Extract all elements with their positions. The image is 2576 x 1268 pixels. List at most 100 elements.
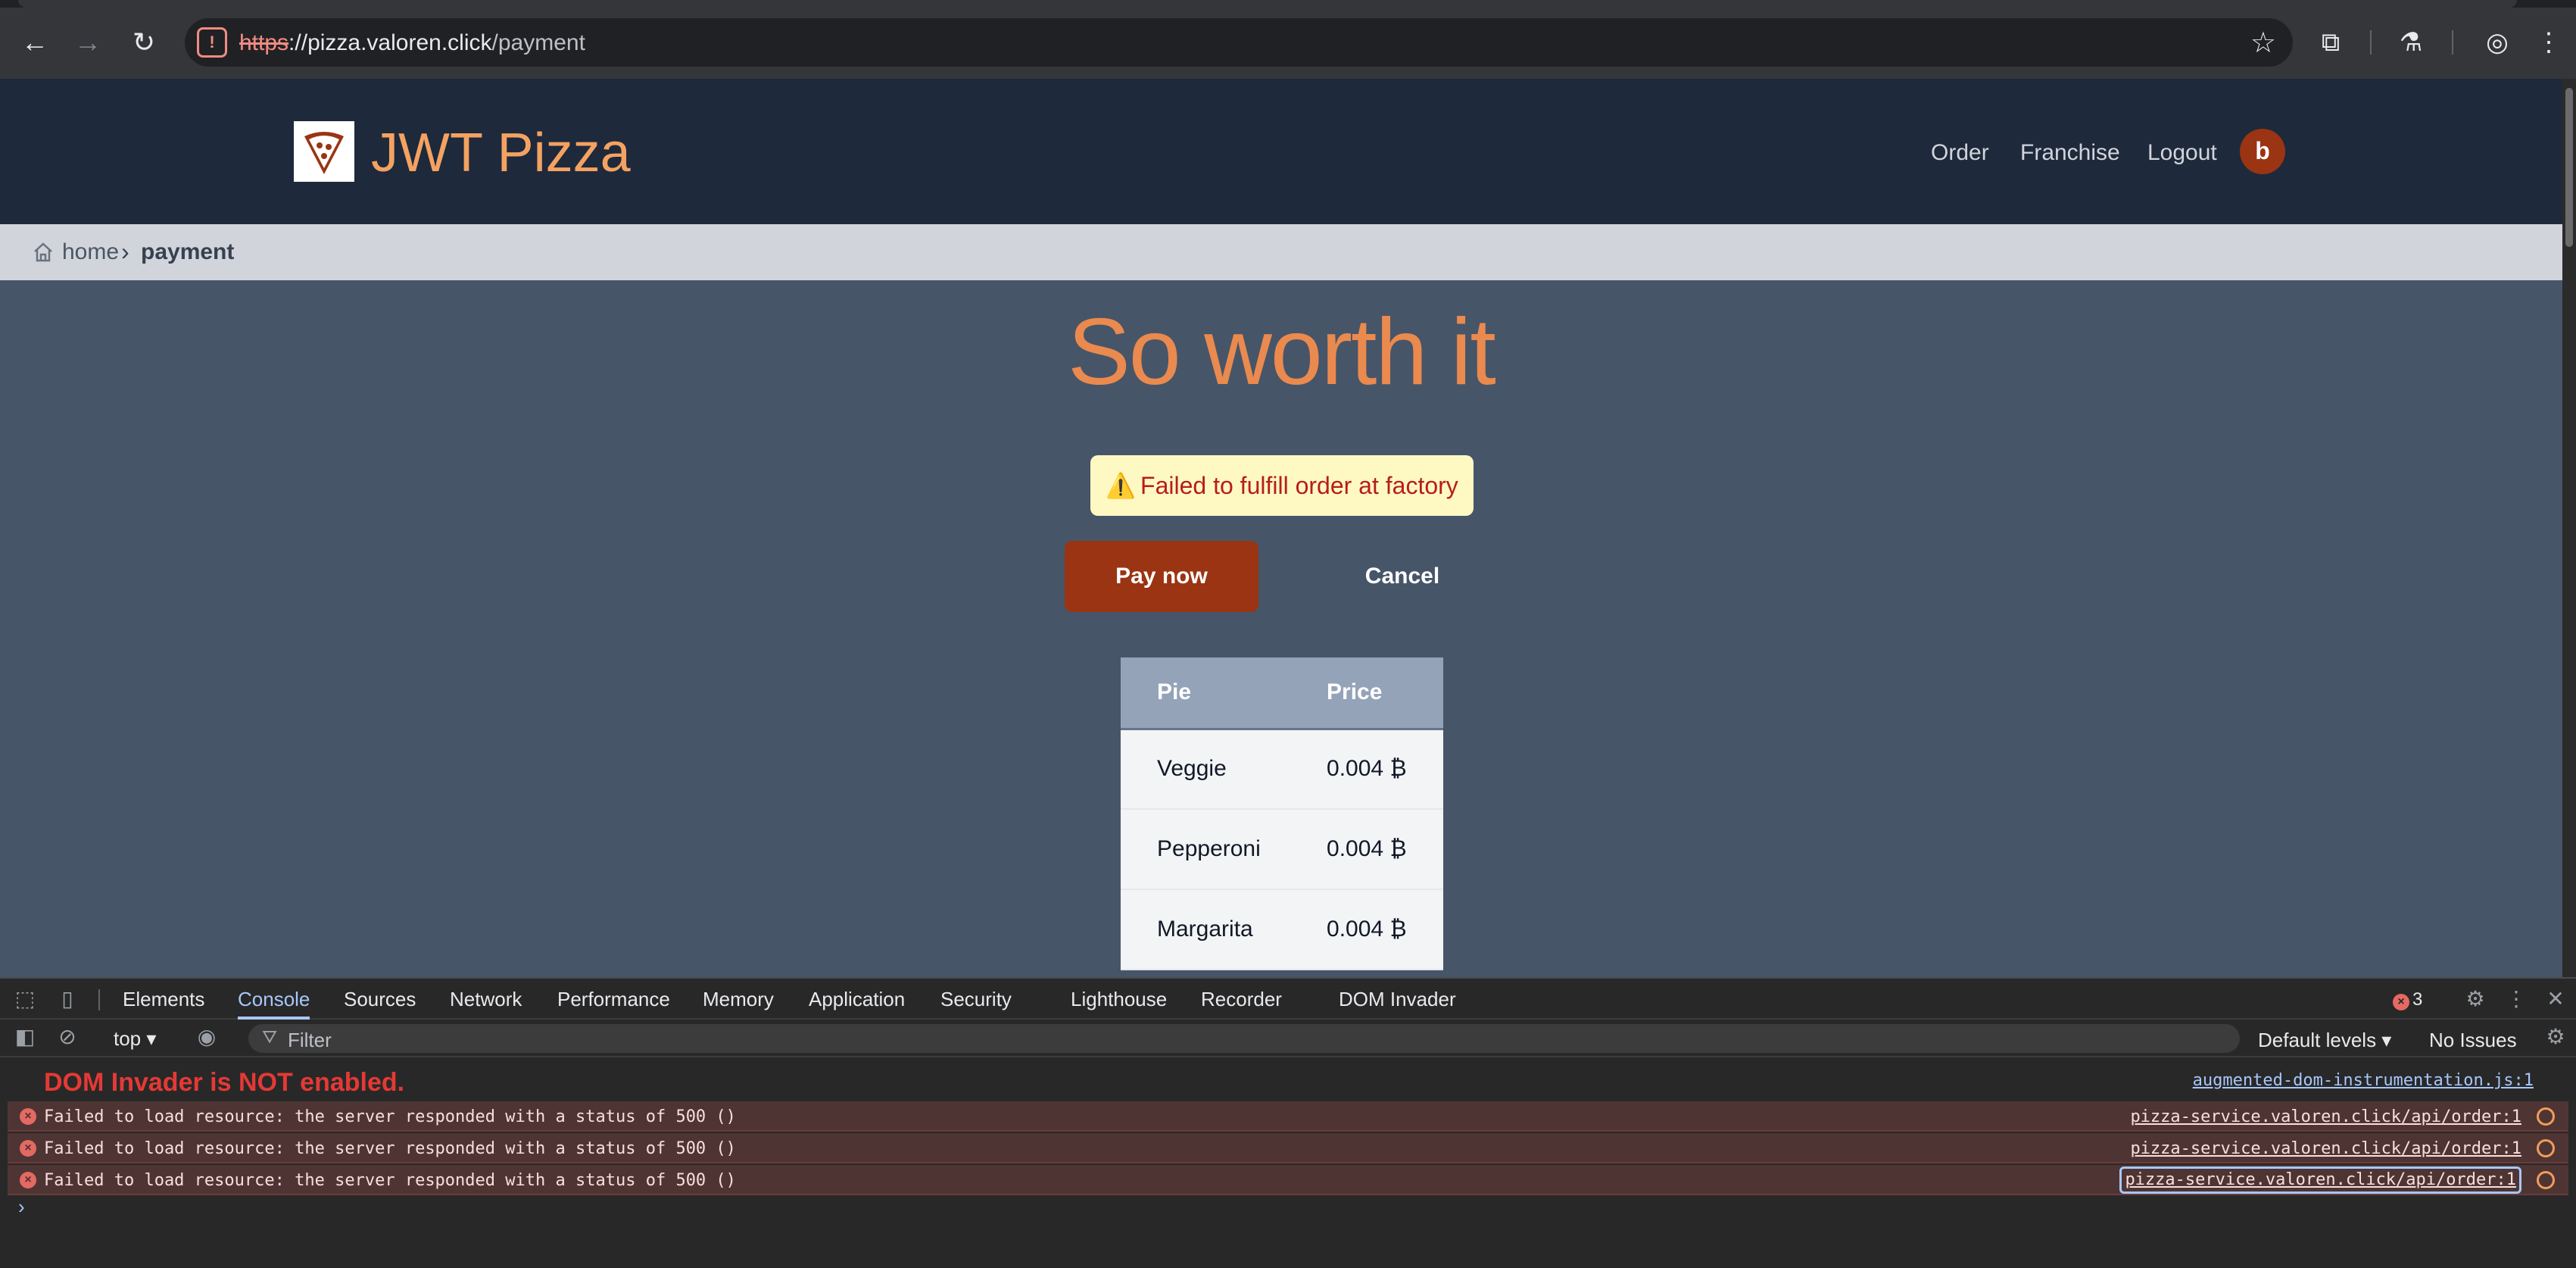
labs-icon[interactable]: ⚗ bbox=[2391, 23, 2431, 62]
filter-icon: ⛛ bbox=[262, 1027, 278, 1048]
console-error-row: × Failed to load resource: the server re… bbox=[8, 1165, 2568, 1195]
error-count-badge[interactable]: × 3 bbox=[2393, 989, 2422, 1010]
column-header-price: Price bbox=[1319, 657, 1443, 730]
page-viewport: JWT Pizza Order Franchise Logout b home … bbox=[0, 79, 2562, 977]
site-header: JWT Pizza Order Franchise Logout b bbox=[0, 79, 2562, 224]
devtools-tabbar: ⬚ ▯ Elements Console Sources Network Per… bbox=[0, 979, 2576, 1020]
pie-name: Veggie bbox=[1121, 729, 1320, 810]
cancel-button[interactable]: Cancel bbox=[1319, 541, 1486, 612]
settings-gear-icon[interactable]: ⚙ bbox=[2462, 986, 2488, 1012]
tab-console[interactable]: Console bbox=[238, 979, 310, 1020]
devtools-panel: ⬚ ▯ Elements Console Sources Network Per… bbox=[0, 977, 2576, 1268]
issues-indicator[interactable]: No Issues bbox=[2429, 1029, 2517, 1052]
error-source-link[interactable]: pizza-service.valoren.click/api/order:1 bbox=[2130, 1107, 2521, 1126]
dom-invader-warning: DOM Invader is NOT enabled. bbox=[44, 1068, 405, 1097]
pie-name: Pepperoni bbox=[1121, 809, 1320, 890]
toolbar-divider bbox=[98, 989, 100, 1010]
devtools-menu-icon[interactable]: ⋮ bbox=[2503, 986, 2529, 1012]
sidebar-toggle-icon[interactable]: ◧ bbox=[12, 1024, 38, 1050]
order-table: Pie Price Veggie 0.004 ₿ Pepperoni 0.004… bbox=[1121, 657, 1443, 970]
toolbar-divider bbox=[2370, 30, 2372, 55]
error-alert: ⚠️ Failed to fulfill order at factory bbox=[1090, 455, 1474, 516]
url-text[interactable]: https://pizza.valoren.click/payment bbox=[239, 30, 585, 56]
inspect-element-icon[interactable]: ⬚ bbox=[12, 986, 38, 1012]
error-icon: × bbox=[20, 1140, 36, 1157]
forward-icon[interactable]: → bbox=[68, 23, 108, 62]
warning-icon: ⚠️ bbox=[1106, 472, 1137, 499]
filter-input[interactable]: ⛛ Filter bbox=[248, 1024, 2240, 1053]
error-message: Failed to load resource: the server resp… bbox=[44, 1107, 736, 1126]
url-host: pizza.valoren.click bbox=[307, 30, 492, 55]
clear-console-icon[interactable]: ⊘ bbox=[55, 1024, 80, 1050]
error-message: Failed to load resource: the server resp… bbox=[44, 1139, 736, 1158]
tab-memory[interactable]: Memory bbox=[703, 979, 774, 1020]
url-path: /payment bbox=[491, 30, 585, 55]
tab-lighthouse[interactable]: Lighthouse bbox=[1071, 979, 1167, 1020]
table-row: Veggie 0.004 ₿ bbox=[1121, 729, 1443, 810]
tab-performance[interactable]: Performance bbox=[557, 979, 670, 1020]
network-request-icon[interactable] bbox=[2537, 1107, 2555, 1126]
network-request-icon[interactable] bbox=[2537, 1139, 2555, 1157]
active-tab[interactable] bbox=[18, 0, 2517, 8]
bookmark-star-icon[interactable]: ☆ bbox=[2250, 26, 2276, 60]
tab-application[interactable]: Application bbox=[809, 979, 905, 1020]
nav-franchise[interactable]: Franchise bbox=[2020, 139, 2120, 167]
breadcrumb-separator: › bbox=[121, 238, 129, 265]
breadcrumb-home[interactable]: home bbox=[62, 239, 119, 265]
tab-dom-invader[interactable]: DOM Invader bbox=[1339, 979, 1456, 1020]
device-toolbar-icon[interactable]: ▯ bbox=[55, 986, 80, 1012]
toolbar-divider bbox=[2452, 30, 2453, 55]
column-header-pie: Pie bbox=[1121, 657, 1320, 730]
log-levels-dropdown[interactable]: Default levels ▾ bbox=[2258, 1029, 2391, 1052]
browser-toolbar: ← → ↻ ! https://pizza.valoren.click/paym… bbox=[0, 0, 2576, 79]
console-settings-icon[interactable]: ⚙ bbox=[2543, 1024, 2568, 1050]
profile-icon[interactable]: ◎ bbox=[2478, 23, 2517, 62]
home-icon[interactable] bbox=[32, 241, 55, 264]
pie-price: 0.004 ₿ bbox=[1319, 809, 1443, 890]
context-selector[interactable]: top ▾ bbox=[114, 1027, 156, 1051]
table-row: Pepperoni 0.004 ₿ bbox=[1121, 809, 1443, 890]
dom-invader-source-link[interactable]: augmented-dom-instrumentation.js:1 bbox=[2193, 1071, 2534, 1090]
table-row: Margarita 0.004 ₿ bbox=[1121, 889, 1443, 970]
error-count: 3 bbox=[2412, 989, 2423, 1010]
site-info-icon[interactable]: ! bbox=[197, 27, 227, 58]
tab-elements[interactable]: Elements bbox=[123, 979, 204, 1020]
browser-menu-icon[interactable]: ⋮ bbox=[2529, 23, 2568, 62]
console-toolbar: ◧ ⊘ top ▾ ◉ ⛛ Filter Default levels ▾ No… bbox=[0, 1020, 2576, 1057]
error-icon: × bbox=[20, 1172, 36, 1188]
breadcrumb-current: payment bbox=[141, 239, 235, 264]
console-prompt[interactable]: › bbox=[18, 1195, 25, 1219]
pie-price: 0.004 ₿ bbox=[1319, 889, 1443, 970]
brand-title[interactable]: JWT Pizza bbox=[371, 121, 631, 185]
close-devtools-icon[interactable]: ✕ bbox=[2543, 986, 2568, 1012]
error-message: Failed to load resource: the server resp… bbox=[44, 1171, 736, 1190]
tab-network[interactable]: Network bbox=[450, 979, 522, 1020]
address-bar[interactable]: ! https://pizza.valoren.click/payment ☆ bbox=[185, 18, 2293, 67]
tab-sources[interactable]: Sources bbox=[344, 979, 416, 1020]
tab-recorder[interactable]: Recorder bbox=[1201, 979, 1282, 1020]
extensions-icon[interactable]: ⧉ bbox=[2311, 23, 2350, 62]
page-title: So worth it bbox=[1068, 300, 1496, 404]
error-source-link[interactable]: pizza-service.valoren.click/api/order:1 bbox=[2130, 1139, 2521, 1158]
console-error-row: × Failed to load resource: the server re… bbox=[8, 1133, 2568, 1163]
avatar[interactable]: b bbox=[2240, 129, 2285, 174]
error-source-link[interactable]: pizza-service.valoren.click/api/order:1 bbox=[2119, 1166, 2521, 1194]
scrollbar-thumb[interactable] bbox=[2565, 88, 2573, 247]
filter-placeholder: Filter bbox=[288, 1029, 332, 1051]
live-expression-eye-icon[interactable]: ◉ bbox=[194, 1024, 220, 1050]
network-request-icon[interactable] bbox=[2537, 1171, 2555, 1189]
pay-now-button[interactable]: Pay now bbox=[1065, 541, 1258, 612]
error-icon: × bbox=[2393, 994, 2409, 1010]
page-scrollbar[interactable] bbox=[2562, 79, 2576, 977]
pizza-logo-icon[interactable] bbox=[294, 121, 354, 182]
breadcrumb: home › payment bbox=[0, 224, 2562, 280]
nav-order[interactable]: Order bbox=[1931, 139, 1989, 167]
error-icon: × bbox=[20, 1108, 36, 1125]
back-icon[interactable]: ← bbox=[15, 23, 55, 62]
pie-price: 0.004 ₿ bbox=[1319, 729, 1443, 810]
url-scheme: https bbox=[239, 30, 289, 55]
pie-name: Margarita bbox=[1121, 889, 1320, 970]
tab-security[interactable]: Security bbox=[940, 979, 1012, 1020]
reload-icon[interactable]: ↻ bbox=[124, 23, 164, 62]
nav-logout[interactable]: Logout bbox=[2147, 139, 2217, 167]
